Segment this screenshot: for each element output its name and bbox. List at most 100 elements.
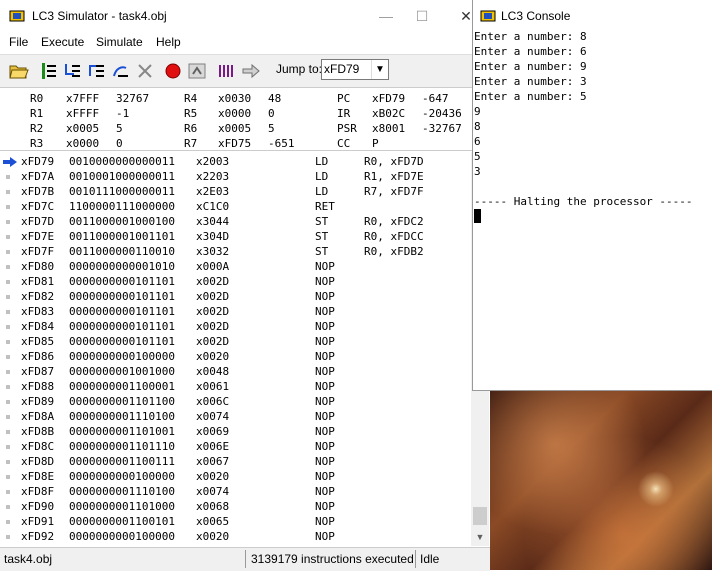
breakpoint-marker[interactable] [6,400,10,404]
breakpoint-marker[interactable] [6,190,10,194]
breakpoint-marker[interactable] [6,310,10,314]
breakpoint-marker[interactable] [6,250,10,254]
breakpoint-marker[interactable] [6,385,10,389]
memory-row[interactable]: xFD84 0000000000101101 x002D NOP [0,320,470,335]
memory-row[interactable]: xFD86 0000000000100000 x0020 NOP [0,350,470,365]
reset-icon[interactable] [186,60,208,82]
memory-row[interactable]: xFD7E 0011000001001101 x304D ST R0, xFDCC [0,230,470,245]
chevron-down-icon[interactable]: ▼ [371,60,388,79]
memory-row[interactable]: xFD7A 0010001000000011 x2203 LD R1, xFD7E [0,170,470,185]
minimize-button[interactable]: — [372,6,400,26]
memory-row[interactable]: xFD88 0000000001100001 x0061 NOP [0,380,470,395]
memory-row[interactable]: xFD92 0000000000100000 x0020 NOP [0,530,470,545]
breakpoint-marker[interactable] [6,430,10,434]
menu-file[interactable]: File [9,35,28,49]
memory-binary: 0000000000100000 [69,470,175,483]
memory-hex: x3032 [196,245,230,258]
breakpoint-marker[interactable] [6,205,10,209]
memory-hex: x006E [196,440,230,453]
memory-row[interactable]: xFD81 0000000000101101 x002D NOP [0,275,470,290]
clear-breakpoints-icon[interactable] [134,60,156,82]
run-icon[interactable] [110,60,132,82]
memory-row[interactable]: xFD85 0000000000101101 x002D NOP [0,335,470,350]
memory-row[interactable]: xFD7F 0011000000110010 x3032 ST R0, xFDB2 [0,245,470,260]
memory-address: xFD7F [21,245,55,258]
breakpoint-marker[interactable] [6,280,10,284]
memory-hex: x3044 [196,215,230,228]
step-into-icon[interactable] [62,60,84,82]
menu-help[interactable]: Help [156,35,181,49]
memory-row[interactable]: xFD82 0000000000101101 x002D NOP [0,290,470,305]
reg-hex: xFD79 [372,92,406,105]
memory-address: xFD8D [21,455,55,468]
memory-binary: 0000000001110100 [69,410,175,423]
memory-address: xFD81 [21,275,55,288]
jump-to-value: xFD79 [324,62,360,76]
breakpoint-marker[interactable] [6,340,10,344]
reg-dec: -651 [268,137,295,150]
lc3-app-icon [480,10,496,22]
memory-row[interactable]: xFD91 0000000001100101 x0065 NOP [0,515,470,530]
memory-hex: x002D [196,335,230,348]
breakpoint-marker[interactable] [6,295,10,299]
memory-row[interactable]: xFD8F 0000000001110100 x0074 NOP [0,485,470,500]
memory-opcode: NOP [315,530,335,543]
memory-address: xFD83 [21,305,55,318]
memory-hex: x0061 [196,380,230,393]
maximize-button[interactable]: ☐ [408,6,436,26]
memory-row[interactable]: xFD90 0000000001101000 x0068 NOP [0,500,470,515]
breakpoint-marker[interactable] [6,325,10,329]
memory-row[interactable]: xFD8D 0000000001100111 x0067 NOP [0,455,470,470]
memory-row[interactable]: xFD79 0010000000000011 x2003 LD R0, xFD7D [0,155,470,170]
memory-address: xFD7D [21,215,55,228]
memory-row[interactable]: xFD8C 0000000001101110 x006E NOP [0,440,470,455]
memory-row[interactable]: xFD8B 0000000001101001 x0069 NOP [0,425,470,440]
breakpoint-marker[interactable] [6,520,10,524]
breakpoint-marker[interactable] [6,265,10,269]
memory-row[interactable]: xFD8E 0000000000100000 x0020 NOP [0,470,470,485]
breakpoint-marker[interactable] [6,535,10,539]
step-over-icon[interactable] [38,60,60,82]
memory-opcode: NOP [315,455,335,468]
memory-address: xFD92 [21,530,55,543]
memory-row[interactable]: xFD83 0000000000101101 x002D NOP [0,305,470,320]
breakpoint-marker[interactable] [6,415,10,419]
memory-hex: x0074 [196,410,230,423]
stop-icon[interactable] [162,60,184,82]
memory-row[interactable]: xFD8A 0000000001110100 x0074 NOP [0,410,470,425]
breakpoint-marker[interactable] [6,235,10,239]
memory-opcode: NOP [315,470,335,483]
breakpoint-marker[interactable] [6,460,10,464]
memory-hex: x0020 [196,470,230,483]
memory-binary: 1100000111000000 [69,200,175,213]
menu-execute[interactable]: Execute [41,35,84,49]
breakpoint-marker[interactable] [6,505,10,509]
scrollbar-thumb[interactable] [473,507,487,525]
memory-binary: 0000000000100000 [69,350,175,363]
breakpoint-marker[interactable] [6,490,10,494]
breakpoint-marker[interactable] [6,175,10,179]
console-line: Enter a number: 9 [474,60,587,73]
memory-row[interactable]: xFD7B 0010111000000011 x2E03 LD R7, xFD7F [0,185,470,200]
reg-dec: -32767 [422,122,462,135]
reg-name: R4 [184,92,198,105]
jump-to-dropdown[interactable]: xFD79 ▼ [321,59,389,80]
memory-row[interactable]: xFD89 0000000001101100 x006C NOP [0,395,470,410]
breakpoint-marker[interactable] [6,475,10,479]
memory-opcode: NOP [315,485,335,498]
memory-row[interactable]: xFD80 0000000000001010 x000A NOP [0,260,470,275]
breakpoint-marker[interactable] [6,370,10,374]
scroll-down-icon[interactable]: ▼ [471,528,489,546]
breakpoint-marker[interactable] [6,220,10,224]
memory-row[interactable]: xFD7D 0011000001000100 x3044 ST R0, xFDC2 [0,215,470,230]
memory-row[interactable]: xFD87 0000000001001000 x0048 NOP [0,365,470,380]
open-folder-icon[interactable] [8,60,30,82]
breakpoint-marker[interactable] [6,445,10,449]
goto-arrow-icon[interactable] [240,60,262,82]
step-out-icon[interactable] [86,60,108,82]
registers-icon[interactable] [216,60,238,82]
reg-name: R6 [184,122,198,135]
breakpoint-marker[interactable] [6,355,10,359]
memory-row[interactable]: xFD7C 1100000111000000 xC1C0 RET [0,200,470,215]
menu-simulate[interactable]: Simulate [96,35,143,49]
